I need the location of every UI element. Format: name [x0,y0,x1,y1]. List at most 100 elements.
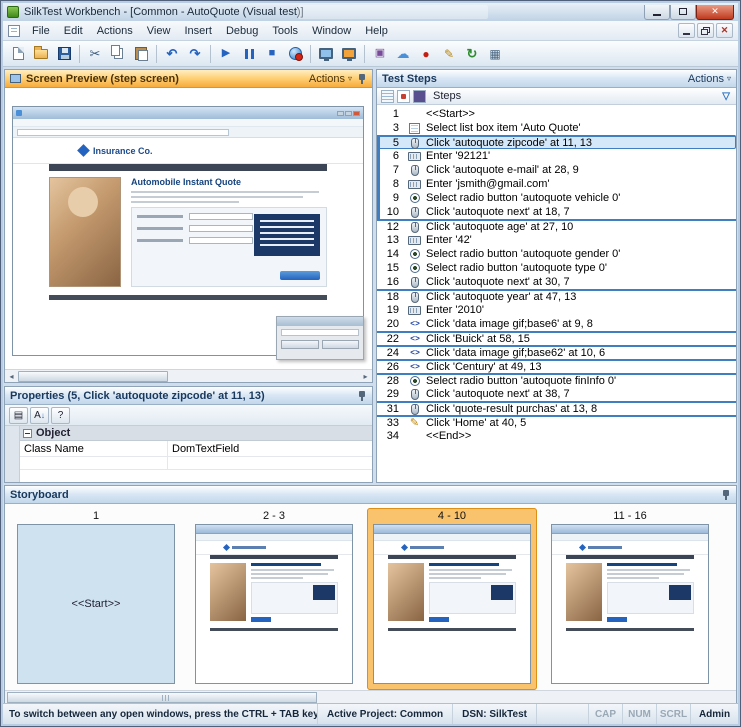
scrollbar-thumb[interactable] [7,692,317,703]
thumbnail-image [195,524,353,684]
toolbar-separator [364,45,365,63]
storyboard-thumbnail[interactable]: 4 - 10 [367,508,537,690]
menu-help[interactable]: Help [358,23,395,39]
test-step-row[interactable]: 9Select radio button 'autoquote vehicle … [377,191,736,205]
test-step-row[interactable]: 7Click 'autoquote e-mail' at 28, 9 [377,163,736,177]
test-step-row[interactable]: 14Select radio button 'autoquote gender … [377,247,736,261]
screen-column-icon[interactable] [397,90,410,103]
paste-button[interactable] [130,43,152,65]
menu-tools[interactable]: Tools [265,23,305,39]
title-bar[interactable]: SilkTest Workbench - [Common - AutoQuote… [3,3,738,21]
storyboard-thumbnail[interactable]: 11 - 16 [545,508,715,690]
thumb-form-area [429,563,516,622]
property-value[interactable]: DomTextField [168,441,372,456]
new-button[interactable] [7,43,29,65]
storyboard-thumbnail[interactable]: 2 - 3 [189,508,359,690]
test-step-row[interactable]: 8Enter 'jsmith@gmail.com' [377,177,736,191]
pin-icon[interactable] [357,73,367,85]
test-step-row[interactable]: 10Click 'autoquote next' at 18, 7 [377,205,736,219]
storyboard-header[interactable]: Storyboard [5,486,736,504]
mdi-restore-button[interactable] [697,23,714,38]
step-number: 24 [380,346,406,360]
number-column-icon[interactable] [381,90,394,103]
test-steps-header[interactable]: Test Steps Actions ▿ [377,70,736,88]
menu-actions[interactable]: Actions [90,23,140,39]
save-button[interactable] [53,43,75,65]
snippet-button[interactable]: ▣ [369,43,391,65]
test-step-row[interactable]: 20< >Click 'data image gif;base6' at 9, … [377,317,736,331]
maximize-button[interactable] [670,5,696,20]
test-step-row[interactable]: 19Enter '2010' [377,303,736,317]
undo-button[interactable]: ↶ [161,43,183,65]
storyboard-thumbnail[interactable]: 1<<Start>> [11,508,181,690]
scroll-right-icon[interactable]: ▸ [359,372,372,381]
test-step-row[interactable]: 3Select list box item 'Auto Quote' [377,121,736,135]
test-step-row[interactable]: 15Select radio button 'autoquote type 0' [377,261,736,275]
storyboard-scrollbar[interactable] [5,690,736,703]
filter-icon[interactable]: ▽ [722,91,730,102]
record-web-button[interactable] [284,43,306,65]
test-step-row[interactable]: 13Enter '42' [377,233,736,247]
cut-button[interactable]: ✂ [84,43,106,65]
playback-button[interactable]: ▶ [215,43,237,65]
browser-minimize-icon [337,111,344,116]
mdi-close-button[interactable]: ✕ [716,23,733,38]
menu-window[interactable]: Window [305,23,358,39]
menu-debug[interactable]: Debug [219,23,265,39]
test-step-row[interactable]: 18Click 'autoquote year' at 47, 13 [377,289,736,303]
menu-insert[interactable]: Insert [177,23,219,39]
property-row[interactable]: Class NameDomTextField [20,441,372,457]
test-step-row[interactable]: 6Enter '92121' [377,149,736,163]
pin-icon[interactable] [357,390,367,402]
menu-edit[interactable]: Edit [57,23,90,39]
open-button[interactable] [30,43,52,65]
menu-file[interactable]: File [25,23,57,39]
scrollbar-thumb[interactable] [18,371,168,382]
test-steps-actions-button[interactable]: Actions ▿ [688,73,731,85]
minimize-button[interactable] [644,5,670,20]
pause-button[interactable] [238,43,260,65]
properties-header[interactable]: Properties (5, Click 'autoquote zipcode'… [5,387,372,405]
screen-preview-header[interactable]: Screen Preview (step screen) Actions ▿ [5,70,372,88]
mdi-minimize-button[interactable] [678,23,695,38]
close-button[interactable]: ✕ [696,5,734,20]
categorized-view-button[interactable]: ▤ [9,407,28,424]
preview-horizontal-scrollbar[interactable]: ◂ ▸ [5,369,372,382]
pin-icon[interactable] [721,489,731,501]
collapse-icon[interactable] [23,429,32,438]
test-step-row[interactable]: 1<<Start>> [377,107,736,121]
capture-screen-button[interactable] [338,43,360,65]
remote-button[interactable]: ☁ [392,43,414,65]
menu-view[interactable]: View [140,23,178,39]
test-step-row[interactable]: 28Select radio button 'autoquote finInfo… [377,373,736,387]
snippet-icon: ▣ [375,48,385,59]
alphabetical-sort-button[interactable]: A [30,407,49,424]
results-button[interactable]: ▦ [484,43,506,65]
property-group-object[interactable]: Object [20,426,372,441]
record-button[interactable]: ● [415,43,437,65]
screen-preview-button[interactable] [315,43,337,65]
test-step-row[interactable]: 5Click 'autoquote zipcode' at 11, 13 [377,135,736,149]
stop-button[interactable]: ■ [261,43,283,65]
property-help-button[interactable]: ? [51,407,70,424]
action-column-icon[interactable] [413,90,426,103]
redo-button[interactable]: ↷ [184,43,206,65]
copy-button[interactable] [107,43,129,65]
screen-preview-actions-button[interactable]: Actions ▿ [309,73,352,85]
document-icon[interactable] [8,25,20,37]
screen-preview-canvas[interactable]: Insurance Co. Automobile Instant Quote [5,88,372,382]
test-step-row[interactable]: 22< >Click 'Buick' at 58, 15 [377,331,736,345]
test-step-row[interactable]: 33✎Click 'Home' at 40, 5 [377,415,736,429]
steps-column-label[interactable]: Steps [433,90,461,102]
step-number: 20 [380,317,406,331]
scroll-left-icon[interactable]: ◂ [5,372,18,381]
test-step-row[interactable]: 12Click 'autoquote age' at 27, 10 [377,219,736,233]
test-step-row[interactable]: 16Click 'autoquote next' at 30, 7 [377,275,736,289]
annotate-button[interactable]: ✎ [438,43,460,65]
test-step-row[interactable]: 34<<End>> [377,429,736,443]
test-step-row[interactable]: 31Click 'quote-result purchas' at 13, 8 [377,401,736,415]
test-step-row[interactable]: 29Click 'autoquote next' at 38, 7 [377,387,736,401]
test-step-row[interactable]: 26< >Click 'Century' at 49, 13 [377,359,736,373]
refresh-button[interactable]: ↻ [461,43,483,65]
test-step-row[interactable]: 24< >Click 'data image gif;base62' at 10… [377,345,736,359]
